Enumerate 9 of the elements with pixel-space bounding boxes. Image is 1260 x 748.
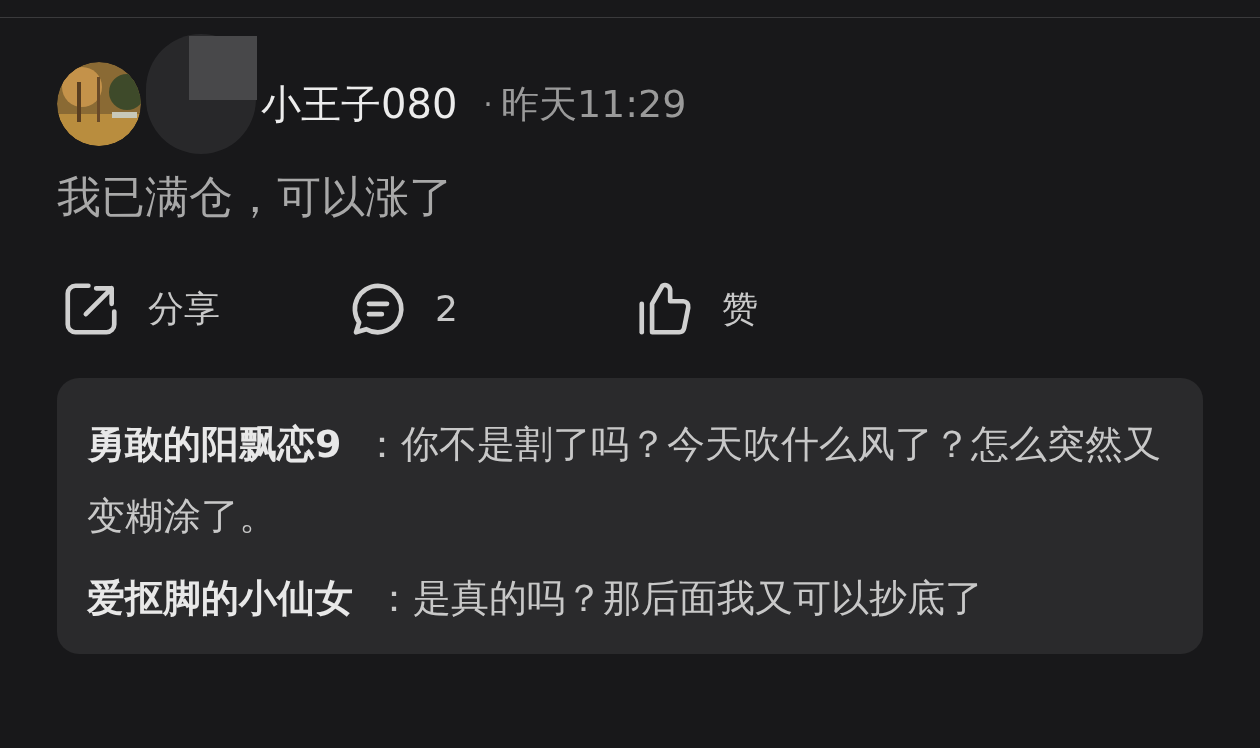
post-text: 我已满仓，可以涨了 [56,170,454,224]
post-time: 昨天11:29 [500,80,687,128]
share-button[interactable]: 分享 [60,278,347,340]
separator-dot: · [483,85,493,124]
reply-text: 爱抠脚的小仙女 ：是真的吗？那后面我又可以抄底了 [87,575,984,622]
comment-button[interactable]: 2 [347,278,634,340]
like-button[interactable]: 赞 [634,278,921,340]
username[interactable]: 小王子080 [261,74,458,134]
reply-text: 勇敢的阳飘恋9 ：你不是割了吗？今天吹什么风了？怎么突然又变糊涂了。 [87,421,1163,540]
